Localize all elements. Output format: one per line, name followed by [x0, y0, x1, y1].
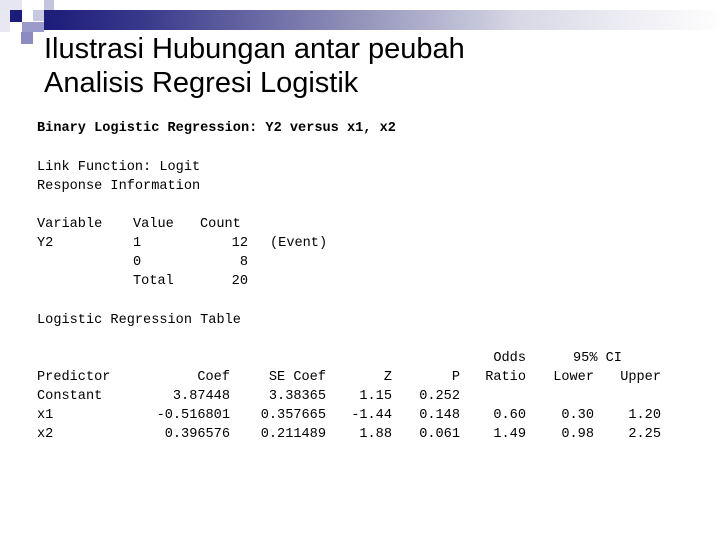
output-heading: Binary Logistic Regression: Y2 versus x1… — [37, 121, 396, 136]
col-header-z: Z — [383, 370, 392, 385]
col-header-p: P — [451, 370, 460, 385]
col-header-lower: Lower — [553, 370, 594, 385]
response-info-label: Response Information — [37, 179, 201, 194]
cell-predictor: x2 — [37, 427, 54, 442]
col-header-variable: Variable — [37, 217, 103, 232]
cell-z: 1.88 — [359, 427, 392, 442]
title-accent-bar — [44, 10, 720, 30]
col-header-predictor: Predictor — [37, 370, 111, 385]
col-header-count: Count — [200, 217, 241, 232]
col-header-coef: Coef — [197, 370, 230, 385]
cell-z: -1.44 — [351, 408, 392, 423]
cell-count: 8 — [239, 255, 248, 270]
cell-value: 0 — [133, 255, 142, 270]
slide-title-line1: Ilustrasi Hubungan antar peubah — [44, 33, 465, 65]
cell-predictor: Constant — [37, 389, 103, 404]
cell-variable: Y2 — [37, 236, 54, 251]
cell-ci-upper: 2.25 — [628, 427, 661, 442]
cell-coef: -0.516801 — [156, 408, 230, 423]
cell-value: 1 — [133, 236, 142, 251]
col-header-ci: 95% CI — [573, 351, 622, 366]
cell-coef: 0.396576 — [164, 427, 230, 442]
cell-p: 0.148 — [419, 408, 460, 423]
cell-odds-ratio: 1.49 — [493, 427, 526, 442]
cell-ci-lower: 0.98 — [561, 427, 594, 442]
slide-title-line2: Analisis Regresi Logistik — [44, 67, 359, 99]
cell-ci-upper: 1.20 — [628, 408, 661, 423]
regression-table-label: Logistic Regression Table — [37, 313, 241, 328]
col-header-upper: Upper — [620, 370, 661, 385]
cell-p: 0.252 — [419, 389, 460, 404]
link-function: Link Function: Logit — [37, 160, 201, 175]
cell-se-coef: 0.357665 — [260, 408, 326, 423]
col-header-se-coef: SE Coef — [268, 370, 326, 385]
slide-title: Ilustrasi Hubungan antar peubah Analisis… — [44, 32, 465, 100]
col-header-value: Value — [133, 217, 174, 232]
cell-odds-ratio: 0.60 — [493, 408, 526, 423]
cell-count: 12 — [231, 236, 248, 251]
cell-z: 1.15 — [359, 389, 392, 404]
cell-se-coef: 0.211489 — [260, 427, 326, 442]
cell-se-coef: 3.38365 — [268, 389, 326, 404]
cell-ci-lower: 0.30 — [561, 408, 594, 423]
col-header-odds: Odds — [493, 351, 526, 366]
cell-value: Total — [133, 274, 174, 289]
cell-p: 0.061 — [419, 427, 460, 442]
cell-note: (Event) — [270, 236, 328, 251]
cell-coef: 3.87448 — [172, 389, 230, 404]
cell-count: 20 — [231, 274, 248, 289]
col-header-ratio: Ratio — [485, 370, 526, 385]
cell-predictor: x1 — [37, 408, 54, 423]
